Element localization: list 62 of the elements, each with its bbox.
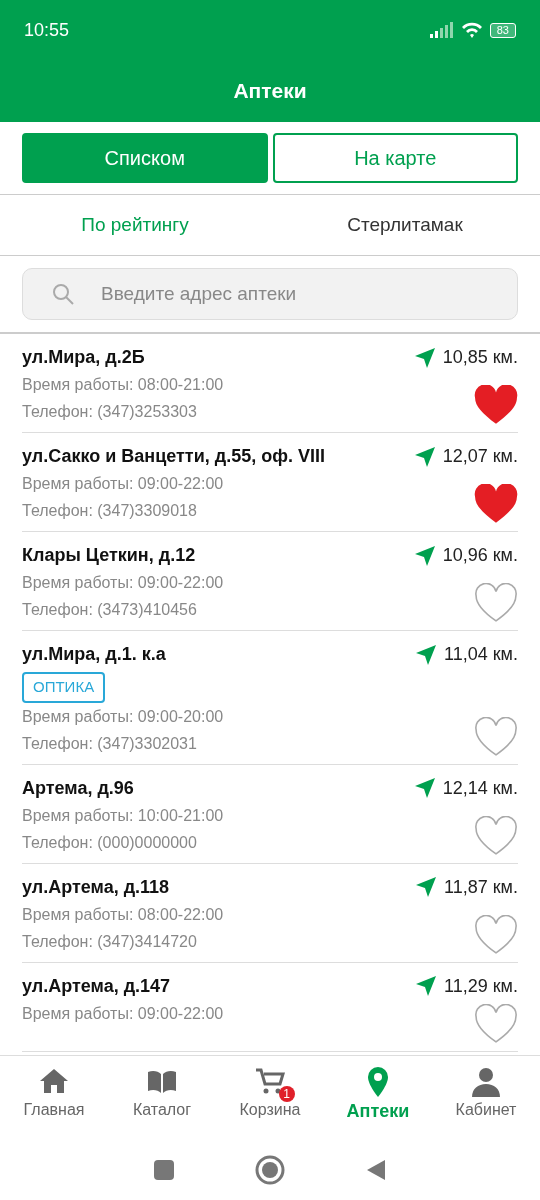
phone-number: Телефон: (000)0000000 — [22, 832, 198, 853]
working-hours: Время работы: 08:00-21:00 — [22, 375, 224, 395]
nav-label: Корзина — [239, 1100, 301, 1120]
distance: 12,14 км. — [442, 776, 518, 800]
pharmacy-address[interactable]: Артема, д.96 — [22, 774, 224, 802]
pharmacy-address[interactable]: ул.Артема, д.147 — [22, 972, 224, 1000]
favorite-heart-icon[interactable] — [474, 1003, 518, 1044]
recents-button[interactable] — [153, 1159, 175, 1181]
home-button[interactable] — [255, 1155, 285, 1185]
optics-tag: ОПТИКА — [22, 672, 106, 703]
favorite-heart-icon[interactable] — [474, 385, 518, 425]
phone-number: Телефон: (347)3414720 — [22, 931, 198, 952]
nav-label: Каталог — [132, 1100, 192, 1120]
search-field[interactable]: Введите адрес аптеки — [22, 268, 518, 320]
phone-number: Телефон: (347)3309018 — [22, 501, 198, 521]
pharmacy-address[interactable]: ул.Сакко и Ванцетти, д.55, оф. VIII — [22, 443, 325, 470]
phone-number: Телефон: (347)3302031 — [22, 733, 198, 754]
phone-number: Телефон: (3473)410456 — [22, 600, 198, 620]
wifi-icon — [461, 22, 482, 38]
nav-label: Аптеки — [346, 1100, 410, 1123]
battery-indicator: 83 — [489, 22, 516, 38]
working-hours: Время работы: 09:00-22:00 — [22, 474, 225, 494]
pharmacy-address[interactable]: ул.Мира, д.1. к.а — [22, 641, 224, 668]
phone-number: Телефон: (347)3253303 — [22, 402, 198, 422]
back-button[interactable] — [365, 1158, 387, 1182]
favorite-heart-icon[interactable] — [474, 716, 518, 757]
nav-label: Кабинет — [455, 1100, 517, 1120]
location-arrow-icon — [414, 778, 435, 798]
distance: 10,96 км. — [442, 544, 518, 567]
favorite-heart-icon[interactable] — [474, 815, 518, 856]
working-hours: Время работы: 08:00-22:00 — [22, 904, 224, 925]
location-arrow-icon — [416, 976, 437, 996]
working-hours: Время работы: 09:00-22:00 — [22, 573, 224, 593]
nav-tab[interactable]: Корзина 1 — [216, 1056, 324, 1140]
nav-tab[interactable]: Каталог — [108, 1056, 216, 1140]
working-hours: Время работы: 09:00-20:00 — [22, 706, 224, 727]
nav-tab[interactable]: Главная — [0, 1056, 108, 1140]
location-arrow-icon — [416, 877, 437, 897]
favorite-heart-icon[interactable] — [474, 583, 518, 623]
nav-tab[interactable]: Кабинет — [432, 1056, 540, 1140]
signal-icon — [429, 22, 454, 38]
distance: 12,07 км. — [442, 445, 518, 468]
distance: 11,87 км. — [444, 875, 518, 899]
status-time: 10:55 — [24, 18, 70, 42]
location-arrow-icon — [414, 347, 435, 368]
pharmacy-address[interactable]: ул.Мира, д.2Б — [22, 344, 224, 371]
pharmacy-address[interactable]: Клары Цеткин, д.12 — [22, 542, 224, 569]
distance: 11,04 км. — [444, 643, 518, 666]
working-hours: Время работы: 10:00-21:00 — [22, 805, 224, 826]
favorite-heart-icon[interactable] — [474, 484, 518, 524]
person-icon — [470, 1066, 502, 1098]
location-arrow-icon — [416, 644, 437, 665]
distance: 10,85 км. — [442, 346, 518, 369]
screen-title: Аптеки — [233, 78, 307, 105]
favorite-heart-icon[interactable] — [474, 914, 518, 955]
location-arrow-icon — [414, 446, 435, 467]
working-hours: Время работы: 09:00-22:00 — [22, 1003, 224, 1024]
nav-label: Главная — [23, 1100, 85, 1120]
pharmacy-address[interactable]: ул.Артема, д.118 — [22, 873, 224, 901]
distance: 11,29 км. — [444, 974, 518, 998]
cart-count-badge: 1 — [278, 1086, 295, 1102]
location-arrow-icon — [414, 545, 435, 566]
